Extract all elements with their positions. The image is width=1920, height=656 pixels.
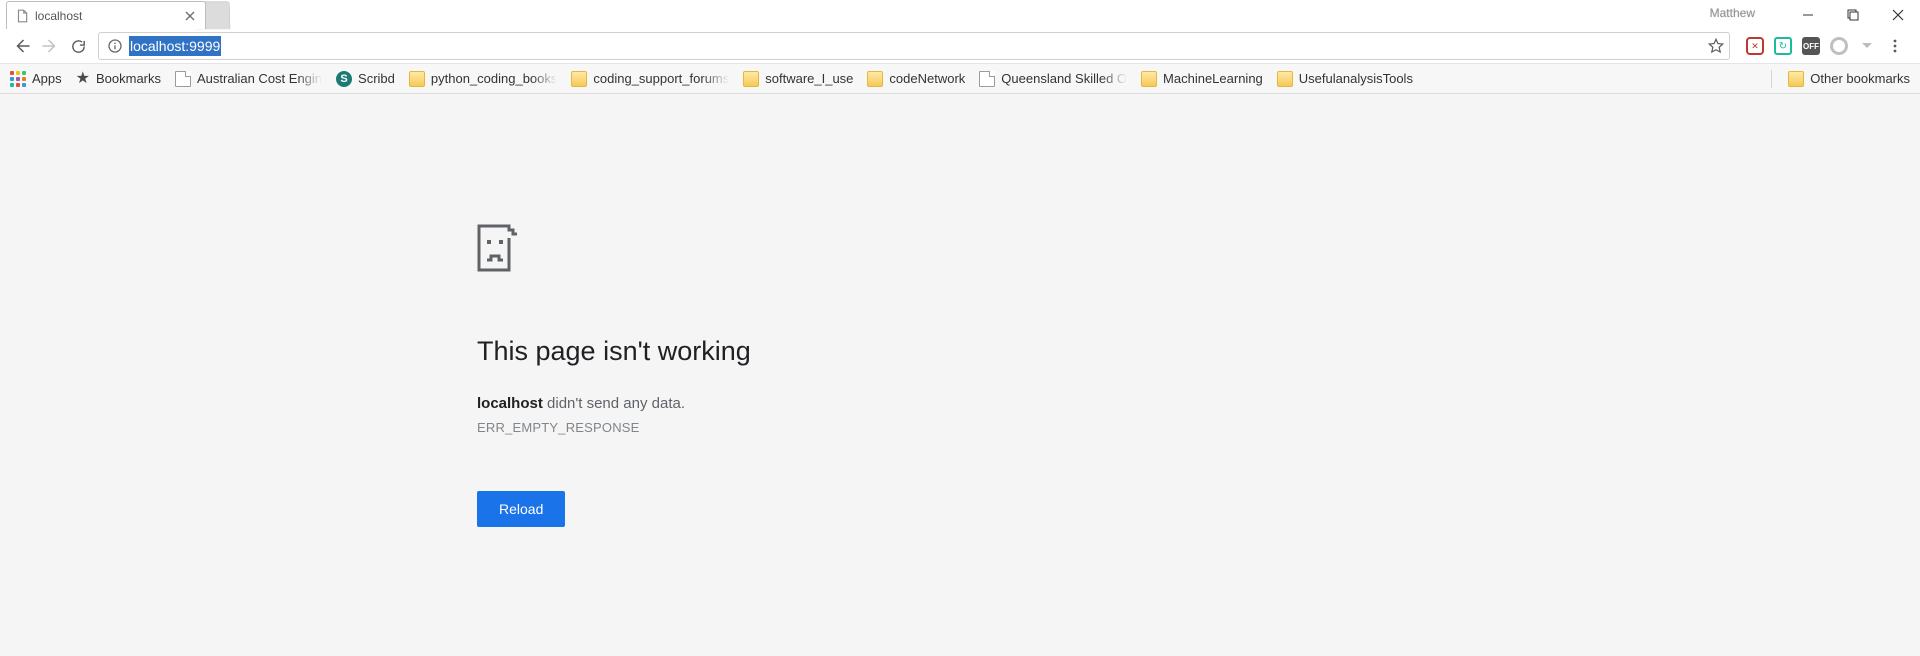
bookmark-label: UsefulanalysisTools [1299, 71, 1413, 86]
extension-ublock-icon[interactable] [1746, 37, 1764, 55]
page-icon [175, 71, 191, 87]
tab-title: localhost [35, 9, 179, 23]
extension-icons: OFF [1746, 37, 1904, 55]
bookmark-star-icon[interactable] [1707, 37, 1725, 55]
toolbar: localhost:9999 OFF [0, 29, 1920, 64]
apps-button[interactable]: Apps [10, 71, 62, 87]
maximize-button[interactable] [1830, 0, 1875, 29]
apps-icon [10, 71, 26, 87]
back-button[interactable] [8, 32, 36, 60]
extension-circle-icon[interactable] [1830, 37, 1848, 55]
extension-off-icon[interactable]: OFF [1802, 37, 1820, 55]
sad-page-icon [477, 224, 549, 296]
bookmark-label: MachineLearning [1163, 71, 1263, 86]
bookmark-label: Queensland Skilled O [1001, 71, 1127, 86]
star-icon: ★ [76, 71, 90, 87]
bookmarks-bar: Apps ★ Bookmarks Australian Cost Engin S… [0, 64, 1920, 94]
bookmark-folder[interactable]: python_coding_books [409, 71, 558, 87]
address-bar[interactable]: localhost:9999 [98, 32, 1730, 60]
extension-grammarly-icon[interactable] [1774, 37, 1792, 55]
address-bar-url: localhost:9999 [129, 36, 221, 56]
scribd-icon: S [336, 71, 352, 87]
bookmark-folder[interactable]: coding_support_forums [571, 71, 729, 87]
bookmark-folder[interactable]: codeNetwork [867, 71, 965, 87]
page-content: This page isn't working localhost didn't… [0, 94, 1920, 656]
bookmark-label: Bookmarks [96, 71, 161, 86]
close-tab-icon[interactable] [185, 11, 195, 21]
reload-button[interactable] [64, 32, 92, 60]
bookmark-label: software_I_use [765, 71, 853, 86]
error-host: localhost [477, 395, 543, 412]
bookmark-item[interactable]: Australian Cost Engin [175, 71, 322, 87]
bookmark-label: Australian Cost Engin [197, 71, 322, 86]
folder-icon [409, 71, 425, 87]
folder-icon [571, 71, 587, 87]
folder-icon [867, 71, 883, 87]
other-bookmarks-label: Other bookmarks [1810, 71, 1910, 86]
folder-icon [1788, 71, 1804, 87]
bookmark-item[interactable]: Queensland Skilled O [979, 71, 1127, 87]
separator [1771, 70, 1772, 88]
minimize-button[interactable] [1785, 0, 1830, 29]
window-controls [1785, 0, 1920, 29]
site-info-icon[interactable] [107, 38, 123, 54]
error-message-suffix: didn't send any data. [543, 395, 685, 412]
bookmark-label: codeNetwork [889, 71, 965, 86]
page-icon [979, 71, 995, 87]
folder-icon [743, 71, 759, 87]
error-page: This page isn't working localhost didn't… [477, 94, 1097, 527]
bookmark-label: python_coding_books [431, 71, 558, 86]
other-bookmarks-button[interactable]: Other bookmarks [1788, 71, 1910, 87]
tab-strip: localhost Matthew [0, 0, 1920, 29]
chrome-menu-icon[interactable] [1886, 37, 1904, 55]
error-title: This page isn't working [477, 336, 1097, 367]
error-message: localhost didn't send any data. [477, 395, 1097, 412]
bookmark-folder[interactable]: UsefulanalysisTools [1277, 71, 1413, 87]
profile-name[interactable]: Matthew [1710, 6, 1755, 20]
browser-tab[interactable]: localhost [6, 1, 206, 29]
bookmark-item[interactable]: S Scribd [336, 71, 395, 87]
bookmark-item[interactable]: ★ Bookmarks [76, 71, 161, 87]
file-icon [15, 9, 29, 23]
bookmark-folder[interactable]: MachineLearning [1141, 71, 1263, 87]
bookmark-label: Scribd [358, 71, 395, 86]
bookmark-folder[interactable]: software_I_use [743, 71, 853, 87]
forward-button[interactable] [36, 32, 64, 60]
close-window-button[interactable] [1875, 0, 1920, 29]
folder-icon [1141, 71, 1157, 87]
overflow-icon[interactable] [1858, 37, 1876, 55]
folder-icon [1277, 71, 1293, 87]
error-code: ERR_EMPTY_RESPONSE [477, 420, 1097, 435]
bookmark-label: coding_support_forums [593, 71, 729, 86]
reload-page-button[interactable]: Reload [477, 491, 565, 527]
apps-label: Apps [32, 71, 62, 86]
